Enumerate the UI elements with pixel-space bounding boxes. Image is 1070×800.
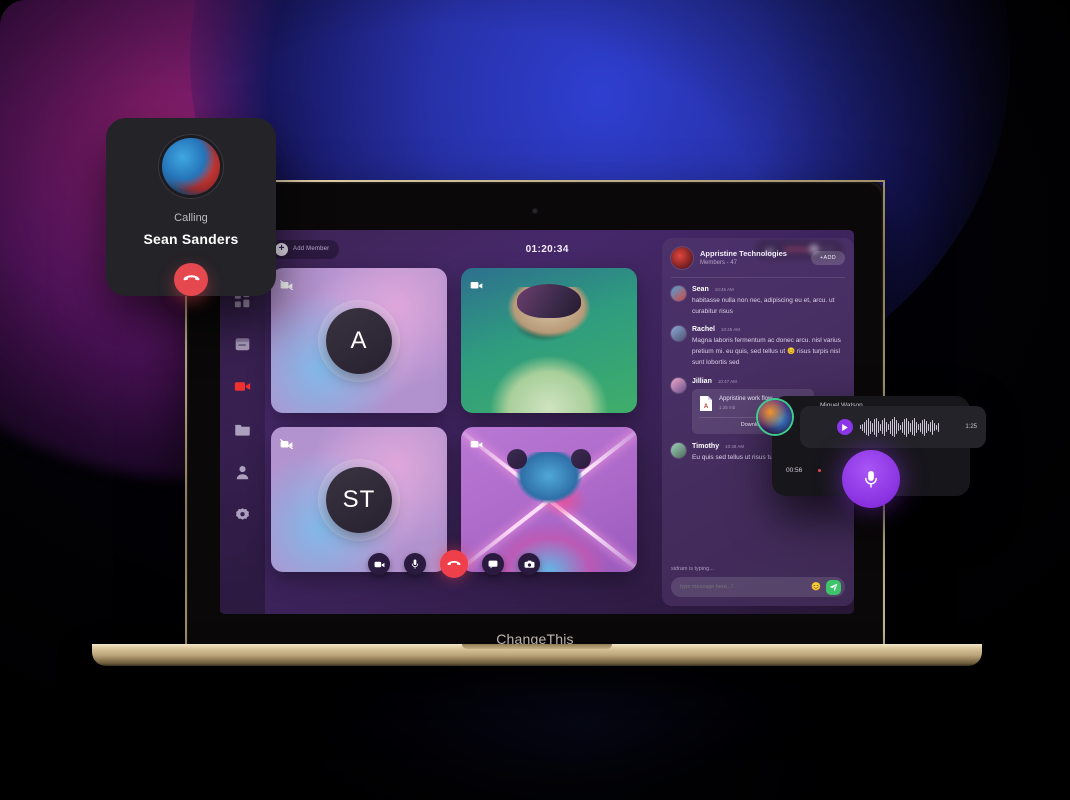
video-off-icon: [280, 277, 293, 290]
sidebar-item-contacts[interactable]: [234, 464, 251, 481]
participant-tile[interactable]: [461, 268, 637, 413]
chat-header: Appristine Technologies Members - 47 +AD…: [662, 238, 854, 277]
participant-initials: A: [326, 307, 392, 374]
avatar: [671, 442, 686, 458]
call-controls: [271, 550, 637, 578]
svg-text:A: A: [704, 404, 709, 410]
voice-duration: 1:25: [965, 424, 977, 430]
toggle-mic-button[interactable]: [404, 553, 426, 575]
message-time: 10:47 AM: [717, 378, 737, 384]
sidebar-item-files[interactable]: [234, 421, 251, 438]
participant-video-detail: [507, 449, 527, 469]
message-time: 10:45 AM: [714, 287, 734, 292]
message-text: Magna laboris fermentum ac donec arcu. n…: [692, 337, 841, 366]
sidebar-item-video[interactable]: [234, 378, 251, 395]
avatar: [671, 286, 686, 301]
decline-call-button[interactable]: [174, 262, 208, 296]
message-text: habitasse nulla non nec, adipiscing eu e…: [692, 297, 835, 315]
caller-avatar: [162, 138, 220, 195]
play-icon[interactable]: [837, 419, 853, 435]
participant-tile[interactable]: A: [271, 268, 447, 413]
participant-video-detail: [571, 449, 591, 469]
record-mic-button[interactable]: [842, 450, 900, 508]
laptop-webcam-icon: [532, 208, 538, 214]
participant-video-detail: [517, 284, 581, 318]
group-members-count: Members - 47: [700, 259, 738, 266]
video-off-icon: [280, 436, 293, 449]
message-time: 10:48 AM: [725, 443, 745, 449]
avatar: [671, 377, 686, 393]
add-member-label: Add Member: [293, 246, 330, 252]
message-sender: Rachel: [692, 326, 715, 334]
calling-card: Calling Sean Sanders: [106, 118, 276, 296]
plus-circle-icon: +: [275, 242, 288, 256]
sidebar-item-settings[interactable]: [234, 507, 251, 524]
audio-waveform: [860, 417, 958, 437]
laptop-base: [92, 644, 982, 666]
chat-message: Rachel 10:45 AM Magna laboris fermentum …: [671, 326, 845, 368]
sidebar-item-calendar[interactable]: [234, 335, 251, 352]
end-call-button[interactable]: [440, 550, 468, 578]
message-time: 10:45 AM: [720, 327, 740, 333]
participant-grid: A ST: [271, 268, 637, 572]
avatar: [671, 326, 686, 342]
call-timer: 01:20:34: [525, 243, 569, 255]
add-to-group-button[interactable]: +ADD: [810, 251, 845, 265]
smiley-icon[interactable]: 😊: [811, 583, 821, 591]
typing-indicator: sidram is typing...: [671, 566, 714, 572]
message-composer: 😊: [671, 577, 845, 597]
caller-name: Sean Sanders: [143, 230, 239, 247]
toggle-camera-button[interactable]: [368, 553, 390, 575]
pdf-file-icon: A: [699, 395, 713, 412]
toggle-chat-button[interactable]: [482, 553, 504, 575]
message-input[interactable]: [680, 584, 807, 590]
voice-sender-avatar: [758, 400, 792, 434]
message-sender: Jillian: [692, 377, 712, 385]
video-on-icon: [470, 277, 483, 289]
group-name: Appristine Technologies: [700, 248, 787, 258]
participant-initials: ST: [326, 466, 392, 533]
recording-indicator-icon: [818, 469, 821, 472]
chat-message: Sean 10:45 AM habitasse nulla non nec, a…: [671, 286, 845, 317]
voice-message-popup: Miguel Watson 1:25 00:56: [758, 396, 986, 508]
recording-timer: 00:56: [786, 467, 803, 474]
add-member-button[interactable]: + Add Member: [271, 239, 340, 259]
screenshot-button[interactable]: [518, 553, 540, 575]
voice-message-player[interactable]: 1:25: [800, 406, 986, 448]
call-status-label: Calling: [174, 211, 208, 224]
avatar-ring: A: [319, 300, 399, 381]
group-avatar: [671, 247, 693, 269]
message-sender: Timothy: [692, 442, 720, 450]
video-on-icon: [470, 436, 483, 448]
send-button[interactable]: [826, 579, 841, 595]
message-sender: Sean: [692, 286, 709, 293]
avatar-ring: ST: [319, 459, 399, 540]
